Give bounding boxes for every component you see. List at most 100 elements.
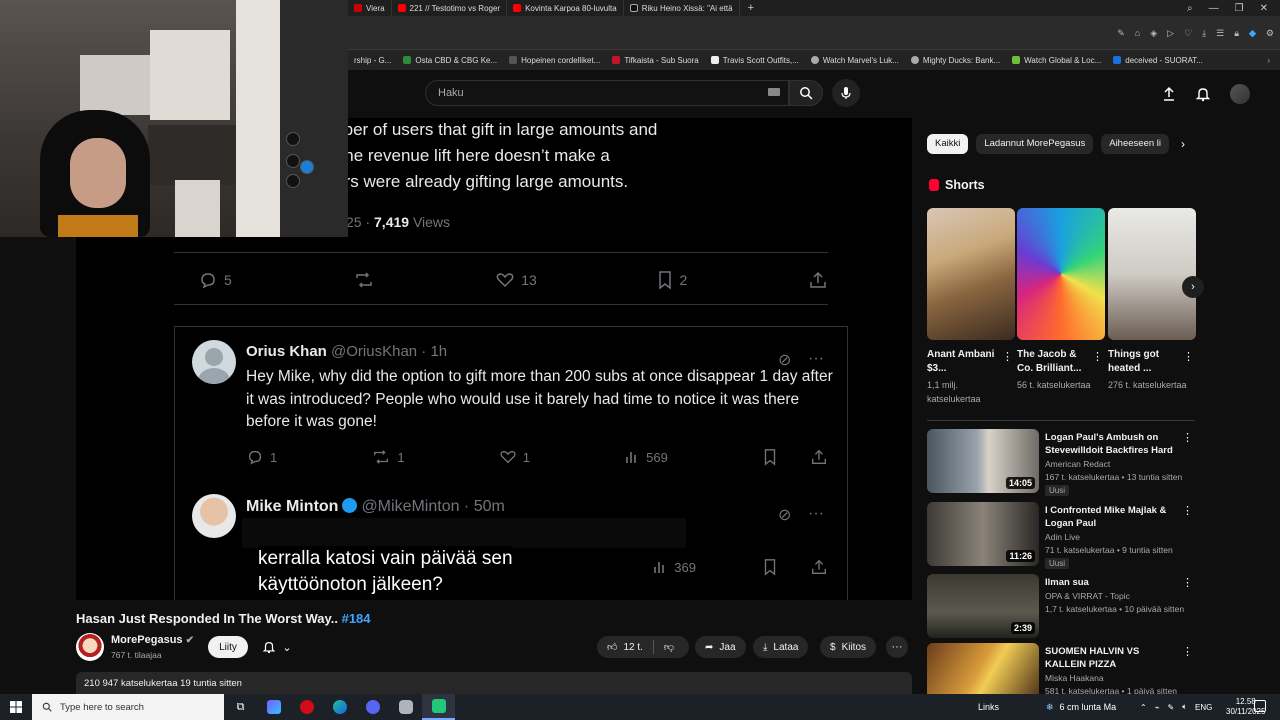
short-title[interactable]: Things got heated ... xyxy=(1108,348,1182,376)
thanks-button[interactable]: $ Kiitos xyxy=(820,636,877,658)
share-button[interactable]: ➦ Jaa xyxy=(695,636,746,658)
bookmarks-more-icon[interactable]: › xyxy=(1267,56,1280,65)
chip-related[interactable]: Aiheeseen li xyxy=(1101,134,1169,154)
more-vert-icon[interactable]: ⋮ xyxy=(1002,350,1013,363)
maximize-icon[interactable]: ❐ xyxy=(1235,3,1244,14)
channel-name[interactable]: MorePegasus xyxy=(111,634,183,646)
bookmark[interactable]: Watch Global & Loc... xyxy=(1006,56,1107,65)
short-card[interactable]: Anant Ambani $3... 1,1 milj. katselukert… xyxy=(927,208,1015,404)
channel-name[interactable]: OPA & VIRRAT - Topic xyxy=(1045,591,1130,601)
download-button[interactable]: ⤓ Lataa xyxy=(753,636,809,658)
bookmark[interactable]: Mighty Ducks: Bank... xyxy=(905,56,1006,65)
bookmark[interactable]: Hopeinen cordelliket... xyxy=(503,56,606,65)
short-card[interactable]: The Jacob & Co. Brilliant... 56 t. katse… xyxy=(1017,208,1105,390)
recommendation-item[interactable]: 11:26 I Confronted Mike Majlak & Logan P… xyxy=(927,502,1195,569)
short-thumbnail[interactable] xyxy=(1017,208,1105,340)
search-input[interactable]: Haku xyxy=(425,80,789,106)
taskbar-app[interactable] xyxy=(422,694,455,720)
thumbs-down-icon[interactable]: 👎︎ xyxy=(664,641,674,653)
more-vert-icon[interactable]: ⋮ xyxy=(1182,576,1193,589)
bell-icon[interactable] xyxy=(1196,86,1210,102)
notification-icon[interactable] xyxy=(1254,700,1266,712)
minimize-icon[interactable]: — xyxy=(1209,3,1219,14)
bookmark[interactable]: deceived - SUORAT... xyxy=(1107,56,1209,65)
join-button[interactable]: Liity xyxy=(208,636,248,658)
browser-tab[interactable]: Kovinta Karpoa 80-luvulta xyxy=(507,0,624,16)
more-vert-icon[interactable]: ⋮ xyxy=(1182,504,1193,517)
taskbar-app[interactable] xyxy=(356,694,389,720)
like-count[interactable]: 12 t. xyxy=(623,642,642,653)
taskbar-app[interactable] xyxy=(290,694,323,720)
chevron-up-icon[interactable]: ⌃ xyxy=(1140,703,1147,712)
recommendation-title[interactable]: Logan Paul's Ambush on Stevewilldoit Bac… xyxy=(1045,431,1181,457)
more-actions-button[interactable]: ··· xyxy=(886,636,908,658)
menu-icon[interactable]: ☰ xyxy=(1216,28,1224,39)
short-title[interactable]: Anant Ambani $3... xyxy=(927,348,1001,376)
browser-tab[interactable]: Riku Heino Xissä: "Ai että xyxy=(624,0,740,16)
close-icon[interactable]: ✕ xyxy=(1260,3,1268,14)
description-box[interactable]: 210 947 katselukertaa 19 tuntia sitten xyxy=(76,672,912,696)
short-card[interactable]: Things got heated ... 276 t. katselukert… xyxy=(1108,208,1196,390)
bookmark[interactable]: Travis Scott Outfits,... xyxy=(705,56,805,65)
account-avatar[interactable] xyxy=(1230,84,1250,104)
gear-icon[interactable]: ⚙ xyxy=(1266,28,1274,39)
language-indicator[interactable]: ENG xyxy=(1195,703,1212,712)
taskbar-search-input[interactable]: Type here to search xyxy=(32,694,224,720)
browser-tab[interactable]: Viera xyxy=(348,0,392,16)
channel-name[interactable]: Miska Haakana xyxy=(1045,673,1104,683)
start-button[interactable] xyxy=(0,694,32,720)
recommendation-item[interactable]: 2:39 Ilman sua OPA & VIRRAT - Topic 1,7 … xyxy=(927,574,1195,638)
search-button[interactable] xyxy=(789,80,823,106)
chevron-right-icon[interactable]: › xyxy=(1181,137,1185,151)
shield-icon[interactable]: ◈ xyxy=(1150,28,1157,39)
taskbar-app[interactable] xyxy=(389,694,422,720)
short-title[interactable]: The Jacob & Co. Brilliant... xyxy=(1017,348,1091,376)
bookmark[interactable]: Tifkaista - Sub Suora xyxy=(606,56,704,65)
thumbs-up-icon[interactable]: 👍︎ xyxy=(607,641,617,653)
more-vert-icon[interactable]: ⋮ xyxy=(1092,350,1103,363)
speaker-icon[interactable]: 🔈︎ xyxy=(1182,702,1187,712)
recommendation-item[interactable]: 14:05 Logan Paul's Ambush on Stevewilldo… xyxy=(927,429,1195,496)
network-icon[interactable]: ⌁ xyxy=(1155,703,1160,712)
keyboard-icon[interactable] xyxy=(768,88,780,96)
more-vert-icon[interactable]: ⋮ xyxy=(1182,645,1193,658)
channel-name[interactable]: American Redact xyxy=(1045,459,1110,469)
new-tab-button[interactable]: + xyxy=(740,2,762,14)
recommendation-title[interactable]: Ilman sua xyxy=(1045,576,1181,589)
recommendation-title[interactable]: SUOMEN HALVIN VS KALLEIN PIZZA xyxy=(1045,645,1181,671)
lock-icon[interactable]: 🔒︎ xyxy=(1234,28,1239,39)
bookmark[interactable]: rship - G... xyxy=(348,56,397,65)
edit-icon[interactable]: ✎ xyxy=(1117,28,1125,39)
channel-name-row[interactable]: MorePegasus ✔ xyxy=(111,634,194,646)
short-thumbnail[interactable] xyxy=(927,208,1015,340)
browser-tab[interactable]: 221 // Testotimo vs Roger xyxy=(392,0,508,16)
video-thumbnail[interactable]: 11:26 xyxy=(927,502,1039,566)
recommendation-item[interactable]: SUOMEN HALVIN VS KALLEIN PIZZA Miska Haa… xyxy=(927,643,1195,694)
taskbar-links[interactable]: Links xyxy=(978,694,999,720)
heart-icon[interactable]: ♡ xyxy=(1184,28,1192,39)
play-icon[interactable]: ▷ xyxy=(1167,28,1174,39)
taskbar-app[interactable] xyxy=(323,694,356,720)
video-thumbnail[interactable]: 14:05 xyxy=(927,429,1039,493)
chip-all[interactable]: Kaikki xyxy=(927,134,969,154)
chevron-right-icon[interactable]: › xyxy=(1182,276,1204,298)
bookmark[interactable]: Watch Marvel's Luk... xyxy=(805,56,905,65)
short-thumbnail[interactable] xyxy=(1108,208,1196,340)
home-icon[interactable]: ⌂ xyxy=(1135,28,1140,38)
more-vert-icon[interactable]: ⋮ xyxy=(1182,431,1193,444)
voice-search-button[interactable] xyxy=(832,79,860,107)
channel-name[interactable]: Adin Live xyxy=(1045,532,1080,542)
download-icon[interactable]: ⤓ xyxy=(1202,28,1206,39)
video-hashtag[interactable]: #184 xyxy=(342,611,371,626)
video-thumbnail[interactable] xyxy=(927,643,1039,694)
more-vert-icon[interactable]: ⋮ xyxy=(1183,350,1194,363)
subscribe-bell-button[interactable]: ⌄ xyxy=(254,636,300,658)
upload-icon[interactable] xyxy=(1162,86,1176,102)
bookmark[interactable]: Osta CBD & CBG Ke... xyxy=(397,56,503,65)
channel-avatar[interactable] xyxy=(76,633,104,661)
taskbar-app[interactable] xyxy=(257,694,290,720)
extension-icon[interactable]: ◆ xyxy=(1249,28,1256,39)
recommendation-title[interactable]: I Confronted Mike Majlak & Logan Paul xyxy=(1045,504,1181,530)
search-tabs-icon[interactable]: ⌕ xyxy=(1187,3,1193,14)
chip-uploader[interactable]: Ladannut MorePegasus xyxy=(976,134,1094,154)
